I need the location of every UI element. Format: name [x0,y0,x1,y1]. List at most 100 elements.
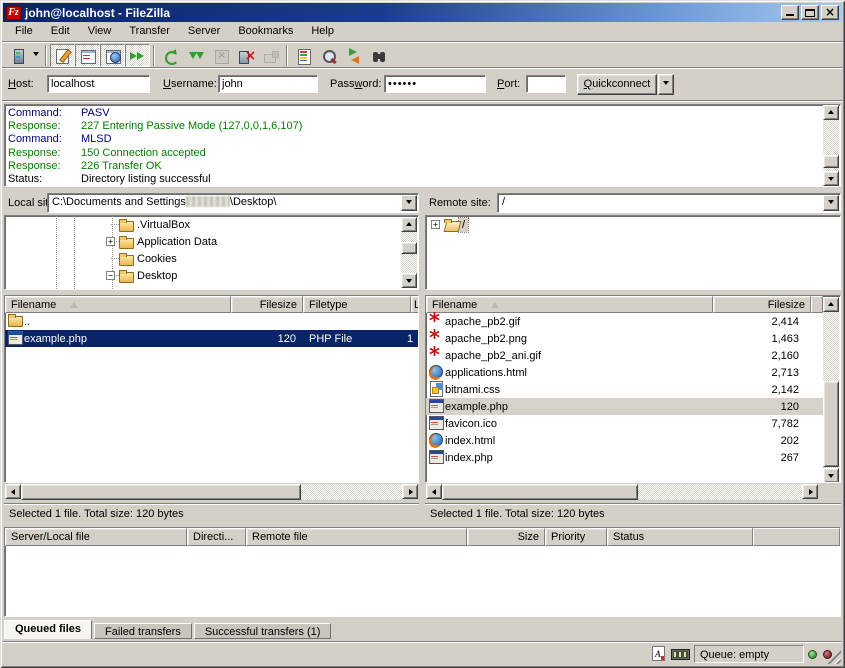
toggle-message-log-button[interactable] [50,44,75,67]
cancel-button[interactable] [208,44,233,67]
file-row[interactable]: favicon.ico 7,782 [426,415,823,432]
site-manager-dropdown[interactable] [30,44,42,67]
scroll-left-button[interactable] [5,484,21,499]
scrollbar-thumb[interactable] [823,381,839,467]
file-row[interactable]: .. [5,313,418,330]
file-row[interactable]: bitnami.css 2,142 [426,381,823,398]
quickconnect-button[interactable]: Quickconnect [577,74,657,95]
column-header-filename[interactable]: Filename [426,296,713,313]
filter-icon [295,47,313,65]
menu-item[interactable]: File [6,23,42,41]
minimize-button[interactable] [781,5,799,20]
file-row[interactable]: applications.html 2,713 [426,364,823,381]
tree-item[interactable]: − Desktop [106,267,418,284]
queue-column-header[interactable]: Server/Local file [5,528,187,546]
scroll-down-button[interactable] [401,273,417,288]
queue-column-header[interactable]: Status [607,528,753,546]
scroll-down-button[interactable] [823,468,839,483]
local-list-hscrollbar[interactable] [5,484,418,500]
tree-item[interactable]: .VirtualBox [106,216,418,233]
scroll-right-button[interactable] [802,484,818,499]
queue-status: Queue: empty [694,645,804,663]
synchronized-browsing-button[interactable] [341,44,366,67]
column-header-filename[interactable]: Filename [5,296,231,313]
quickconnect-dropdown-button[interactable] [658,74,674,95]
file-row[interactable]: index.php 267 [426,449,823,466]
tree-item[interactable]: Cookies [106,250,418,267]
column-header-filesize[interactable]: Filesize [231,296,303,313]
file-name: apache_pb2.gif [445,316,713,328]
file-row[interactable]: example.php 120 [426,398,823,415]
file-row[interactable]: example.php 120 PHP File 1 [5,330,418,347]
scroll-up-button[interactable] [823,105,839,120]
queue-column-header[interactable]: Size [467,528,545,546]
toggle-remote-pane-button[interactable] [100,44,125,67]
tree-item[interactable]: + Application Data [106,233,418,250]
find-files-button[interactable] [366,44,391,67]
refresh-button[interactable] [158,44,183,67]
menu-item[interactable]: Bookmarks [229,23,302,41]
remote-list-hscrollbar[interactable] [426,484,818,500]
menu-item[interactable]: View [79,23,121,41]
maximize-button[interactable] [801,5,819,20]
queue-column-header[interactable]: Directi... [187,528,246,546]
log-scrollbar[interactable] [823,105,839,186]
scrollbar-thumb[interactable] [823,155,839,168]
queue-tab[interactable]: Queued files [4,620,92,639]
tree-expander[interactable]: + [106,237,115,246]
port-input[interactable] [526,75,566,93]
close-button[interactable]: × [821,5,839,20]
tree-expander[interactable]: − [106,271,115,280]
queue-column-header[interactable]: Priority [545,528,607,546]
column-header-filesize[interactable]: Filesize [713,296,811,313]
file-row[interactable]: index.html 202 [426,432,823,449]
remote-site-label: Remote site: [429,197,491,209]
scrollbar-thumb[interactable] [401,242,417,254]
file-size: 2,713 [713,367,805,379]
chevron-down-icon [33,52,39,59]
toggle-transfer-queue-button[interactable] [125,44,150,67]
toggle-local-pane-button[interactable] [75,44,100,67]
filter-button[interactable] [291,44,316,67]
site-manager-button[interactable] [5,44,30,67]
queue-tab[interactable]: Failed transfers [94,623,192,639]
queue-tab[interactable]: Successful transfers (1) [194,623,332,639]
scroll-up-button[interactable] [401,217,417,232]
directory-comparison-button[interactable] [316,44,341,67]
scroll-right-button[interactable] [402,484,418,499]
local-tree-scrollbar[interactable] [401,217,417,288]
scroll-left-button[interactable] [426,484,442,499]
local-site-combo[interactable]: C:\Documents and Settings\Desktop\ [47,193,419,213]
remote-site-combo[interactable]: / [497,193,841,213]
scrollbar-thumb[interactable] [21,484,301,500]
file-size: 267 [713,452,805,464]
menu-item[interactable]: Transfer [120,23,179,41]
menu-item[interactable]: Server [179,23,229,41]
title-bar[interactable]: Fz john@localhost - FileZilla × [3,3,842,22]
scroll-up-button[interactable] [823,297,839,312]
queue-column-header[interactable]: Remote file [246,528,467,546]
tree-item[interactable]: + / [431,216,840,233]
scroll-down-button[interactable] [823,171,839,186]
menu-item[interactable]: Edit [42,23,79,41]
process-queue-button[interactable] [183,44,208,67]
file-row[interactable]: apache_pb2.png 1,463 [426,330,823,347]
file-row[interactable]: apache_pb2_ani.gif 2,160 [426,347,823,364]
folder-icon [118,251,134,267]
remote-list-scrollbar[interactable] [823,297,839,483]
column-header-filetype[interactable]: Filetype [303,296,411,313]
file-row[interactable]: apache_pb2.gif 2,414 [426,313,823,330]
scrollbar-thumb[interactable] [442,484,638,500]
host-input[interactable] [47,75,150,93]
local-site-dropdown[interactable] [401,195,417,211]
remote-site-dropdown[interactable] [823,195,839,211]
reconnect-button[interactable] [258,44,283,67]
username-input[interactable] [218,75,318,93]
transfer-queue: Server/Local fileDirecti...Remote fileSi… [4,527,841,617]
disconnect-button[interactable] [233,44,258,67]
column-header-last-modified[interactable]: L [411,296,419,313]
port-label: Port: [497,78,520,90]
tree-expander[interactable]: + [431,220,440,229]
password-input[interactable] [384,75,486,93]
menu-item[interactable]: Help [302,23,343,41]
